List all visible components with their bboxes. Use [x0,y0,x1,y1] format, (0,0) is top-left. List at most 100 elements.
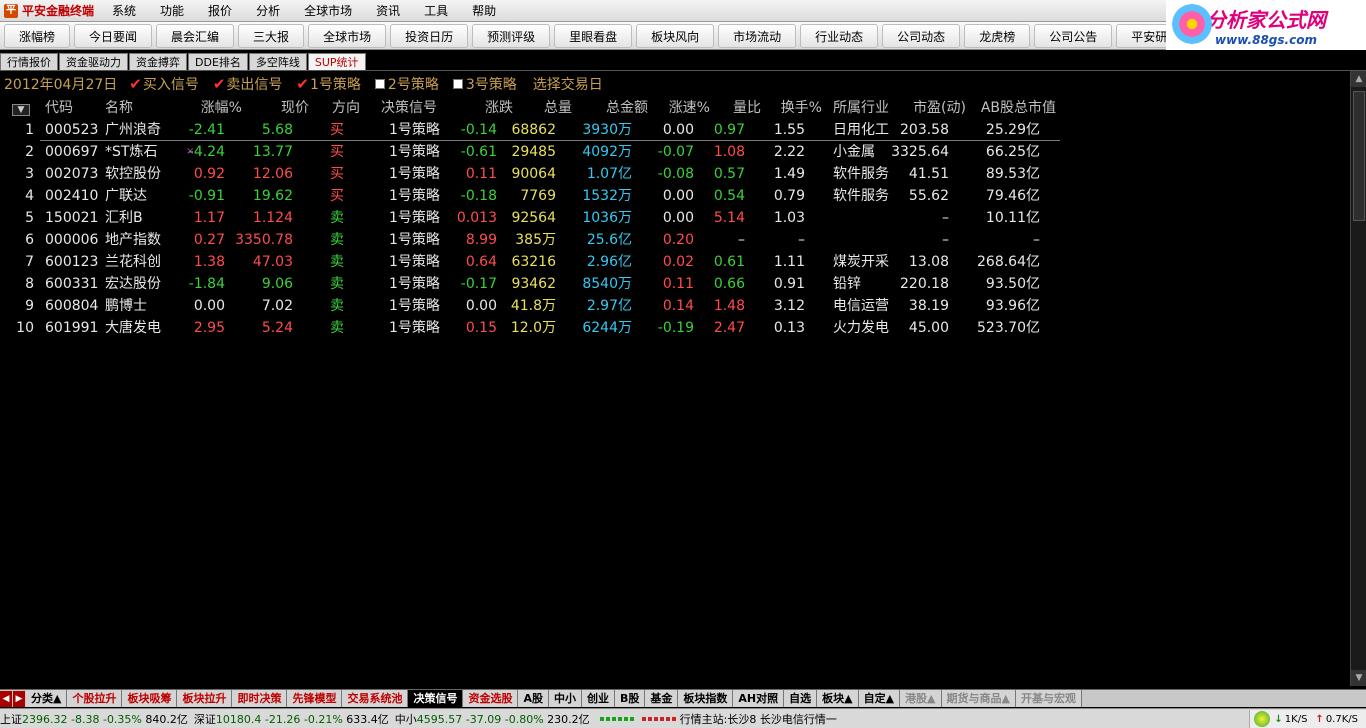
cell-signal: 1号策略 [389,166,440,182]
menu-global-market[interactable]: 全球市场 [292,0,364,22]
quick-button-rating[interactable]: 预测评级 [472,23,551,48]
quick-button-gainers[interactable]: 涨幅榜 [4,23,71,48]
sort-toggle[interactable]: ▼ [12,97,32,119]
bottom-tab[interactable]: 即时决策 [232,690,288,707]
col-direction[interactable]: 方向 [332,97,360,119]
bottom-tab[interactable]: 交易系统池 [342,690,409,707]
col-price[interactable]: 现价 [281,97,309,119]
quick-button-dragon[interactable]: 龙虎榜 [964,23,1031,48]
cell-name: 广联达 [105,188,147,204]
col-vol-ratio[interactable]: 量比 [733,97,761,119]
table-row[interactable]: 5 150021 汇利B 1.17 1.124 卖 1号策略 0.013 92564 1036万 0… [0,207,1350,229]
tab-dde[interactable]: DDE排名 [188,53,248,70]
col-pe[interactable]: 市盈(动) [913,97,966,119]
table-row[interactable]: 3 002073 软控股份 0.92 12.06 买 1号策略 0.11 90064 1.07亿 -… [0,163,1350,185]
zx-index[interactable]: 中小4595.57 -37.09 -0.80% 230.2亿 [395,711,590,727]
checkbox-strategy-1[interactable]: ✔ 1号策略 [296,74,361,94]
table-row[interactable]: 8 600331 宏达股份 -1.84 9.06 卖 1号策略 -0.17 93462 8540万… [0,273,1350,295]
checkbox-buy-signal[interactable]: ✔ 买入信号 [129,74,199,94]
vertical-scrollbar[interactable]: ▲ ▼ [1350,71,1366,686]
col-mktcap[interactable]: AB股总市值 [981,97,1056,119]
bottom-tab[interactable]: 板块指数 [678,690,734,707]
sz-index[interactable]: 深证10180.4 -21.26 -0.21% 633.4亿 [194,711,389,727]
checkbox-strategy-2[interactable]: 2号策略 [374,74,439,94]
table-row[interactable]: 7 600123 兰花科创 1.38 47.03 卖 1号策略 0.64 63216 2.96亿 0… [0,251,1350,273]
quick-button-company[interactable]: 公司动态 [882,23,961,48]
cell-name: 宏达股份 [105,276,161,292]
bottom-tab[interactable]: 分类▲ [26,690,68,707]
col-chg[interactable]: 涨跌 [485,97,513,119]
col-name[interactable]: 名称 [105,97,133,119]
menu-system[interactable]: 系统 [100,0,148,22]
menu-news[interactable]: 资讯 [364,0,412,22]
bottom-tab[interactable]: 期货与商品▲ [941,690,1016,707]
bottom-tab[interactable]: 资金选股 [463,690,519,707]
checkbox-strategy-3[interactable]: 3号策略 [452,74,517,94]
cell-name: 软控股份 [105,166,161,182]
tab-sup-stats[interactable]: SUP统计 [307,53,366,70]
bottom-tab[interactable]: 板块拉升 [177,690,233,707]
quick-button-news[interactable]: 今日要闻 [74,23,153,48]
bottom-tab[interactable]: 港股▲ [900,690,942,707]
quick-button-flow[interactable]: 市场流动 [718,23,797,48]
quick-button-sector[interactable]: 板块风向 [636,23,715,48]
col-amount[interactable]: 总金额 [606,97,648,119]
menu-tools[interactable]: 工具 [412,0,460,22]
quick-button-industry[interactable]: 行业动态 [800,23,879,48]
col-industry[interactable]: 所属行业 [833,97,889,119]
col-chg-pct[interactable]: 涨幅% [201,97,242,119]
bottom-tab[interactable]: B股 [614,690,646,707]
table-row[interactable]: 10 601991 大唐发电 2.95 5.24 卖 1号策略 0.15 12.0万 6244万 -… [0,317,1350,339]
table-row[interactable]: 9 600804 鹏博士 0.00 7.02 卖 1号策略 0.00 41.8万 2.97亿 0.1… [0,295,1350,317]
quick-button-papers[interactable]: 三大报 [238,23,305,48]
cell-name: 地产指数 [105,232,161,248]
menu-analysis[interactable]: 分析 [244,0,292,22]
row-number: 6 [25,232,34,248]
sh-index[interactable]: 上证2396.32 -8.38 -0.35% 840.2亿 [0,711,188,727]
menu-quote[interactable]: 报价 [196,0,244,22]
bottom-tab[interactable]: AH对照 [733,690,785,707]
bottom-tab[interactable]: 先锋模型 [287,690,343,707]
tab-fund-drive[interactable]: 资金驱动力 [59,53,128,70]
quick-button-watch[interactable]: 里眼看盘 [554,23,633,48]
col-code[interactable]: 代码 [45,97,73,119]
prev-tab-icon[interactable]: ◀ [0,690,12,707]
bottom-tab[interactable]: A股 [518,690,549,707]
quick-button-announce[interactable]: 公司公告 [1034,23,1113,48]
table-row[interactable]: 1 000523 广州浪奇 -2.41 5.68 买 1号策略 -0.14 68862 3930万… [0,119,1350,141]
bottom-tab[interactable]: 创业 [581,690,615,707]
scroll-up-icon[interactable]: ▲ [1351,71,1366,87]
cell-chg-pct: 0.92 [193,166,225,182]
bottom-tab[interactable]: 自定▲ [858,690,901,707]
scroll-thumb[interactable] [1353,91,1365,221]
tab-fund-game[interactable]: 资金搏弈 [129,53,187,70]
tab-long-short[interactable]: 多空阵线 [248,53,307,70]
tab-quotes[interactable]: 行情报价 [0,53,58,70]
table-row[interactable]: 6 000006 地产指数 0.27 3350.78 卖 1号策略 8.99 385万 25.6亿… [0,229,1350,251]
bottom-tab[interactable]: 板块吸筹 [122,690,178,707]
menu-help[interactable]: 帮助 [460,0,508,22]
quick-button-global[interactable]: 全球市场 [308,23,387,48]
bottom-tab[interactable]: 个股拉升 [67,690,123,707]
table-row[interactable]: 2 000697 *ST炼石 × -4.24 13.77 买 1号策略 -0.61 29485 40… [0,141,1350,163]
menu-function[interactable]: 功能 [148,0,196,22]
table-row[interactable]: 4 002410 广联达 -0.91 19.62 买 1号策略 -0.18 7769 1532万 0… [0,185,1350,207]
col-volume[interactable]: 总量 [544,97,572,119]
col-signal[interactable]: 决策信号 [381,97,437,119]
bottom-tab[interactable]: 中小 [548,690,582,707]
col-turnover[interactable]: 换手% [781,97,822,119]
checkbox-sell-signal[interactable]: ✔ 卖出信号 [213,74,283,94]
cell-volume: 41.8万 [510,298,556,314]
next-tab-icon[interactable]: ▶ [13,690,25,707]
cell-chg-pct: 2.95 [193,320,225,336]
quick-button-calendar[interactable]: 投资日历 [390,23,469,48]
bottom-tab[interactable]: 板块▲ [817,690,859,707]
select-trade-day-link[interactable]: 选择交易日 [533,74,603,94]
bottom-tab[interactable]: 决策信号 [408,690,464,707]
col-speed[interactable]: 涨速% [669,97,710,119]
bottom-tab[interactable]: 自选 [784,690,818,707]
scroll-down-icon[interactable]: ▼ [1351,670,1366,686]
quick-button-morning[interactable]: 晨会汇编 [156,23,235,48]
bottom-tab[interactable]: 基金 [645,690,679,707]
bottom-tab[interactable]: 开基与宏观 [1015,690,1082,707]
